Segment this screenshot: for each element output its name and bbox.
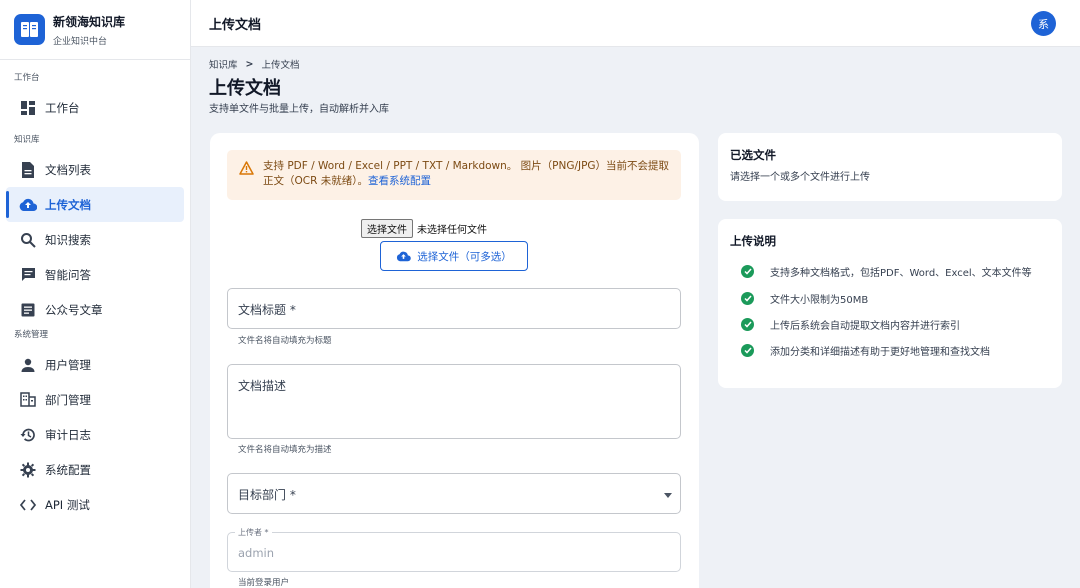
gear-icon bbox=[19, 461, 37, 479]
sidebar-item-label: 工作台 bbox=[45, 100, 80, 115]
article-icon bbox=[19, 301, 37, 319]
breadcrumb: 知识库 > 上传文档 bbox=[209, 57, 300, 72]
page-title: 上传文档 bbox=[209, 78, 281, 99]
breadcrumb-separator: > bbox=[245, 58, 254, 70]
department-select[interactable]: 目标部门 * bbox=[227, 473, 681, 514]
sidebar-item-label: 知识搜索 bbox=[45, 232, 91, 247]
instruction-text: 上传后系统会自动提取文档内容并进行索引 bbox=[770, 321, 960, 332]
selected-files-card: 已选文件 请选择一个或多个文件进行上传 bbox=[718, 133, 1062, 201]
check-circle-icon bbox=[741, 344, 754, 357]
topbar-title: 上传文档 bbox=[209, 17, 262, 33]
sidebar-item-label: 文档列表 bbox=[45, 162, 91, 177]
check-circle-icon bbox=[741, 318, 754, 331]
alert-text: 支持 PDF / Word / Excel / PPT / TXT / Mark… bbox=[263, 160, 670, 187]
title-field-label: 文档标题 * bbox=[238, 303, 296, 317]
breadcrumb-current: 上传文档 bbox=[261, 60, 300, 71]
native-file-input[interactable]: 选择文件 未选择任何文件 bbox=[361, 219, 487, 238]
instruction-item: 文件大小限制为50MB bbox=[741, 291, 868, 306]
section-label-system: 系统管理 bbox=[14, 330, 49, 340]
uploader-field-label: 上传者 * bbox=[235, 527, 272, 538]
select-files-label: 选择文件（可多选） bbox=[417, 250, 512, 263]
sidebar-item-label: 系统配置 bbox=[45, 462, 91, 477]
instruction-text: 添加分类和详细描述有助于更好地管理和查找文档 bbox=[770, 347, 990, 358]
select-files-button[interactable]: 选择文件（可多选） bbox=[380, 241, 528, 271]
file-status: 未选择任何文件 bbox=[417, 225, 487, 236]
sidebar-item-qa[interactable]: 智能问答 bbox=[6, 257, 184, 292]
chat-icon bbox=[19, 266, 37, 284]
instructions-title: 上传说明 bbox=[730, 234, 776, 248]
sidebar-item-articles[interactable]: 公众号文章 bbox=[6, 292, 184, 327]
top-bar: 上传文档 系 bbox=[191, 0, 1080, 47]
sidebar: 新领海知识库 企业知识中台 工作台 工作台 知识库 文档列表 上传文档 知识搜索… bbox=[0, 0, 191, 588]
chevron-down-icon bbox=[664, 493, 672, 498]
uploader-helper-text: 当前登录用户 bbox=[238, 578, 290, 588]
selected-files-empty-text: 请选择一个或多个文件进行上传 bbox=[730, 172, 870, 183]
sidebar-item-label: 部门管理 bbox=[45, 392, 91, 407]
section-label-workbench: 工作台 bbox=[14, 73, 40, 83]
brand-subtitle: 企业知识中台 bbox=[53, 36, 108, 47]
upload-instructions-card: 上传说明 支持多种文档格式，包括PDF、Word、Excel、文本文件等 文件大… bbox=[718, 219, 1062, 388]
sidebar-item-label: API 测试 bbox=[45, 497, 90, 512]
person-icon bbox=[19, 356, 37, 374]
sidebar-item-users[interactable]: 用户管理 bbox=[6, 347, 184, 382]
sidebar-item-label: 公众号文章 bbox=[45, 302, 103, 317]
brand: 新领海知识库 企业知识中台 bbox=[0, 0, 190, 60]
description-field-label: 文档描述 bbox=[238, 379, 287, 393]
instruction-item: 添加分类和详细描述有助于更好地管理和查找文档 bbox=[741, 343, 990, 358]
sidebar-item-upload[interactable]: 上传文档 bbox=[6, 187, 184, 222]
choose-file-button[interactable]: 选择文件 bbox=[361, 219, 413, 238]
format-alert: 支持 PDF / Word / Excel / PPT / TXT / Mark… bbox=[227, 150, 681, 200]
book-logo-icon bbox=[14, 14, 45, 45]
title-field[interactable]: 文档标题 * bbox=[227, 288, 681, 329]
title-helper-text: 文件名将自动填充为标题 bbox=[238, 336, 332, 346]
instruction-text: 支持多种文档格式，包括PDF、Word、Excel、文本文件等 bbox=[770, 268, 1032, 279]
warning-icon bbox=[239, 160, 254, 179]
avatar[interactable]: 系 bbox=[1031, 11, 1056, 36]
sidebar-item-settings[interactable]: 系统配置 bbox=[6, 452, 184, 487]
uploader-field: 上传者 * admin bbox=[227, 527, 681, 572]
description-field[interactable]: 文档描述 bbox=[227, 364, 681, 439]
description-helper-text: 文件名将自动填充为描述 bbox=[238, 445, 332, 455]
selected-files-title: 已选文件 bbox=[730, 148, 776, 162]
sidebar-item-search[interactable]: 知识搜索 bbox=[6, 222, 184, 257]
sidebar-item-workbench[interactable]: 工作台 bbox=[6, 90, 184, 125]
settings-link[interactable]: 查看系统配置 bbox=[368, 175, 431, 187]
building-icon bbox=[19, 391, 37, 409]
sidebar-item-label: 智能问答 bbox=[45, 267, 91, 282]
document-icon bbox=[19, 161, 37, 179]
instruction-text: 文件大小限制为50MB bbox=[770, 295, 869, 306]
sidebar-item-label: 用户管理 bbox=[45, 357, 91, 372]
department-select-label: 目标部门 * bbox=[238, 488, 296, 502]
sidebar-item-label: 审计日志 bbox=[45, 427, 91, 442]
cloud-upload-icon bbox=[19, 196, 37, 214]
dashboard-icon bbox=[19, 99, 37, 117]
code-icon bbox=[19, 496, 37, 514]
instruction-item: 上传后系统会自动提取文档内容并进行索引 bbox=[741, 317, 960, 332]
breadcrumb-root[interactable]: 知识库 bbox=[209, 57, 238, 71]
upload-form-card: 支持 PDF / Word / Excel / PPT / TXT / Mark… bbox=[210, 133, 699, 588]
sidebar-item-departments[interactable]: 部门管理 bbox=[6, 382, 184, 417]
check-circle-icon bbox=[741, 265, 754, 278]
search-icon bbox=[19, 231, 37, 249]
cloud-upload-icon bbox=[397, 251, 412, 261]
uploader-value: admin bbox=[238, 546, 275, 560]
section-label-knowledge: 知识库 bbox=[14, 135, 40, 145]
history-icon bbox=[19, 426, 37, 444]
instruction-item: 支持多种文档格式，包括PDF、Word、Excel、文本文件等 bbox=[741, 264, 1032, 279]
page-subtitle: 支持单文件与批量上传，自动解析并入库 bbox=[209, 104, 389, 115]
sidebar-item-audit-log[interactable]: 审计日志 bbox=[6, 417, 184, 452]
sidebar-item-api-test[interactable]: API 测试 bbox=[6, 487, 184, 522]
sidebar-item-documents[interactable]: 文档列表 bbox=[6, 152, 184, 187]
check-circle-icon bbox=[741, 292, 754, 305]
sidebar-item-label: 上传文档 bbox=[45, 197, 91, 212]
brand-name: 新领海知识库 bbox=[53, 14, 126, 29]
